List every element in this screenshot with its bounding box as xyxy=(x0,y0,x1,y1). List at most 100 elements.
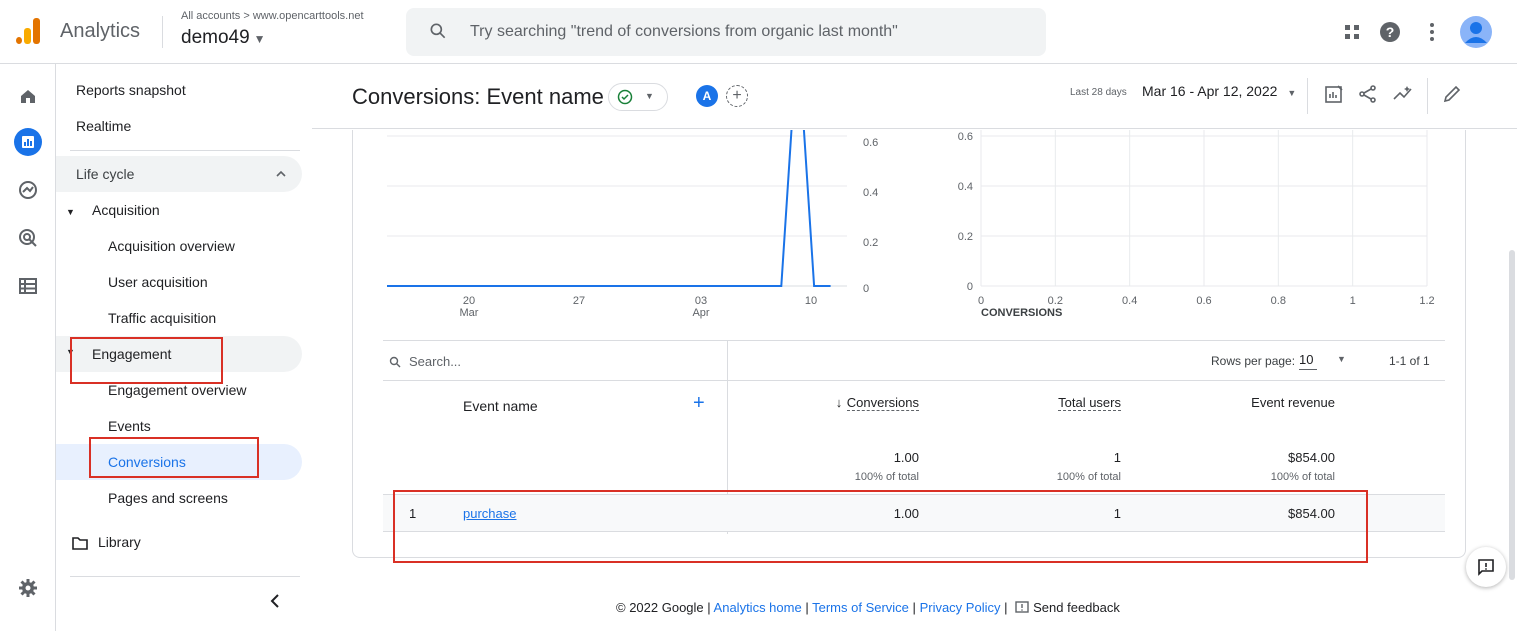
customize-report-icon[interactable] xyxy=(1324,84,1344,104)
x-axis-label: CONVERSIONS xyxy=(981,307,1062,319)
header-divider xyxy=(312,128,1517,129)
divider xyxy=(383,380,1445,381)
rows-per-page-select[interactable]: 10 ▼ xyxy=(1297,350,1365,372)
caret-down-icon: ▼ xyxy=(66,207,75,217)
column-header-event-name[interactable]: Event name xyxy=(463,398,538,414)
sidebar-item-user-acquisition[interactable]: User acquisition xyxy=(108,274,208,290)
pagination-text: 1-1 of 1 xyxy=(1389,354,1430,368)
send-feedback-link[interactable]: Send feedback xyxy=(1011,600,1120,615)
total-conversions: 1.00 xyxy=(893,450,919,465)
divider xyxy=(1427,78,1428,114)
sidebar-item-acquisition-overview[interactable]: Acquisition overview xyxy=(108,238,235,254)
column-header-total-users[interactable]: Total users xyxy=(1029,394,1121,412)
add-comparison-icon[interactable]: + xyxy=(726,85,748,107)
advertising-icon[interactable] xyxy=(10,220,46,256)
total-users-pct: 100% of total xyxy=(1056,471,1121,483)
sidebar-item-events[interactable]: Events xyxy=(108,418,151,434)
y-tick-label: 0.4 xyxy=(958,181,973,193)
x-tick-label: Apr xyxy=(692,307,709,319)
account-selector[interactable]: demo49 ▼ xyxy=(181,27,266,49)
search-placeholder: Try searching "trend of conversions from… xyxy=(470,23,898,40)
x-tick-label: 20 xyxy=(463,295,475,307)
date-range-value: Mar 16 - Apr 12, 2022 xyxy=(1142,83,1278,99)
sort-arrow-down-icon: ↓ xyxy=(835,395,843,410)
svg-text:?: ? xyxy=(1386,24,1395,40)
sidebar-item-reports-snapshot[interactable]: Reports snapshot xyxy=(76,82,186,98)
check-circle-icon xyxy=(617,89,633,105)
feedback-fab-button[interactable] xyxy=(1466,547,1506,587)
explore-icon[interactable] xyxy=(10,172,46,208)
apps-grid-icon[interactable] xyxy=(1336,16,1368,48)
nav-rail xyxy=(0,64,56,631)
sidebar-item-acquisition[interactable]: Acquisition xyxy=(92,202,160,218)
column-label: Event revenue xyxy=(1251,395,1335,410)
conversions-line-chart: 0.6 0.4 0.2 0 20Mar 27 03Apr 10 xyxy=(387,130,878,319)
collapse-chevron-left-icon[interactable] xyxy=(270,594,280,608)
x-tick-label: Mar xyxy=(460,307,479,319)
sidebar-item-engagement-overview[interactable]: Engagement overview xyxy=(108,382,247,398)
x-tick-label: 27 xyxy=(573,295,585,307)
x-tick-label: 0 xyxy=(978,295,984,307)
sidebar-item-library[interactable]: Library xyxy=(72,534,141,550)
sidebar-item-realtime[interactable]: Realtime xyxy=(76,118,131,134)
conversions-scatter-chart: 0 0.2 0.4 0.6 0.8 1 1.2 0 0.2 0.4 0.6 CONVERSIONS xyxy=(958,130,1435,319)
column-header-event-revenue[interactable]: Event revenue xyxy=(1215,394,1335,412)
rows-per-page-label: Rows per page: xyxy=(1211,354,1296,368)
sidebar-item-traffic-acquisition[interactable]: Traffic acquisition xyxy=(108,310,216,326)
terms-link[interactable]: Terms of Service xyxy=(812,600,909,615)
analytics-logo[interactable] xyxy=(14,18,42,46)
date-range-picker[interactable]: Mar 16 - Apr 12, 2022 ▼ xyxy=(1142,83,1296,99)
help-icon[interactable]: ? xyxy=(1374,16,1406,48)
total-event-revenue: $854.00 xyxy=(1288,450,1335,465)
feedback-icon xyxy=(1478,559,1494,576)
chevron-up-icon xyxy=(276,170,286,177)
page-title: Conversions: Event name xyxy=(352,84,604,109)
y-tick-label: 0.2 xyxy=(863,237,878,249)
y-tick-label: 0.6 xyxy=(863,137,878,149)
divider xyxy=(162,16,163,48)
search-bar[interactable]: Try searching "trend of conversions from… xyxy=(406,8,1046,56)
app-name: Analytics xyxy=(60,20,141,42)
footer-sep: | xyxy=(1004,600,1008,615)
user-avatar[interactable] xyxy=(1460,16,1492,48)
y-tick-label: 0 xyxy=(967,281,973,293)
total-users: 1 xyxy=(1113,450,1121,465)
date-range-label: Last 28 days xyxy=(1070,87,1127,98)
configure-icon[interactable] xyxy=(10,268,46,304)
feedback-label: Send feedback xyxy=(1033,600,1120,615)
home-icon[interactable] xyxy=(10,78,46,114)
x-tick-label: 0.2 xyxy=(1048,295,1063,307)
x-tick-label: 0.6 xyxy=(1196,295,1211,307)
reports-icon[interactable] xyxy=(10,124,46,160)
breadcrumb[interactable]: All accounts > www.opencarttools.net xyxy=(181,10,364,22)
sidebar-item-pages-and-screens[interactable]: Pages and screens xyxy=(108,490,228,506)
sidebar-section-life-cycle[interactable]: Life cycle xyxy=(56,156,302,192)
x-tick-label: 1.2 xyxy=(1419,295,1434,307)
edit-pencil-icon[interactable] xyxy=(1442,84,1462,104)
series-line xyxy=(387,130,831,287)
chevron-down-icon: ▼ xyxy=(1287,88,1297,98)
table-search-input[interactable]: Search... xyxy=(409,354,461,369)
rows-per-page-value: 10 xyxy=(1299,352,1317,370)
report-status-chip[interactable]: ▼ xyxy=(608,83,668,111)
sidebar-item-label: Library xyxy=(98,534,141,550)
search-icon xyxy=(389,356,401,368)
share-icon[interactable] xyxy=(1358,84,1378,104)
chevron-down-icon: ▼ xyxy=(253,32,266,46)
insights-icon[interactable] xyxy=(1392,84,1414,104)
privacy-link[interactable]: Privacy Policy xyxy=(920,600,1001,615)
analytics-home-link[interactable]: Analytics home xyxy=(714,600,802,615)
more-vert-icon[interactable] xyxy=(1416,16,1448,48)
column-label: Conversions xyxy=(846,395,919,411)
add-dimension-icon[interactable]: + xyxy=(693,392,705,415)
highlight-box-purchase-row xyxy=(393,490,1368,563)
comparison-chip[interactable]: A xyxy=(696,85,718,107)
settings-gear-icon[interactable] xyxy=(10,570,46,606)
column-header-conversions[interactable]: ↓ Conversions xyxy=(819,394,919,412)
footer-sep: | xyxy=(912,600,916,615)
highlight-box-engagement xyxy=(70,337,223,384)
folder-icon xyxy=(72,537,88,550)
total-event-revenue-pct: 100% of total xyxy=(1270,471,1335,483)
x-tick-label: 03 xyxy=(695,295,707,307)
page-scrollbar[interactable] xyxy=(1509,250,1515,580)
